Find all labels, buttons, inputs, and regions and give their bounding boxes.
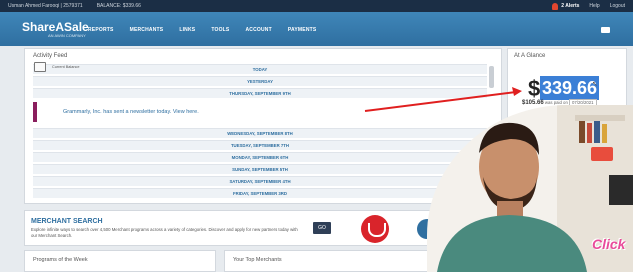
date-row[interactable]: YESTERDAY — [33, 76, 487, 86]
top-status-bar: Usman Ahmed Farooqi | 2579371 BALANCE: $… — [0, 0, 633, 12]
click-badge: Click — [592, 236, 626, 252]
go-button[interactable]: GO — [313, 222, 331, 234]
programs-of-the-week-panel: Programs of the Week — [24, 250, 216, 272]
feed-scrollbar[interactable] — [489, 66, 494, 88]
help-link[interactable]: Help — [589, 3, 599, 9]
date-row[interactable]: WEDNESDAY, SEPTEMBER 8TH — [33, 128, 487, 138]
merchant-search-description: Explore infinite ways to search over 4,5… — [31, 227, 298, 238]
logout-link[interactable]: Logout — [610, 3, 625, 9]
balance-text: BALANCE: $339.66 — [96, 3, 141, 9]
activity-feed-panel: Activity Feed TODAY YESTERDAY THURSDAY, … — [24, 48, 502, 204]
folder-icon[interactable] — [601, 27, 610, 33]
at-a-glance-title: At A Glance — [514, 53, 546, 59]
wallet-icon — [34, 62, 46, 72]
date-row[interactable]: FRIDAY, SEPTEMBER 3RD — [33, 188, 487, 198]
mouse-cursor-icon: ↖ — [592, 81, 598, 88]
nav-payments[interactable]: PAYMENTS — [288, 27, 317, 33]
newsletter-message[interactable]: Grammarly, Inc. has sent a newsletter to… — [33, 102, 487, 122]
date-row[interactable]: THURSDAY, SEPTEMBER 9TH — [33, 88, 487, 98]
merchant-logo[interactable] — [361, 215, 389, 243]
nav-tools[interactable]: TOOLS — [211, 27, 229, 33]
current-balance-label: Current Balance — [52, 65, 80, 69]
nav-merchants[interactable]: MERCHANTS — [130, 27, 164, 33]
main-navbar: ShareASale AN AWIN COMPANY REPORTS MERCH… — [0, 12, 633, 46]
date-row[interactable]: TUESDAY, SEPTEMBER 7TH — [33, 140, 487, 150]
date-row[interactable]: MONDAY, SEPTEMBER 6TH — [33, 152, 487, 162]
shareasale-logo[interactable]: ShareASale AN AWIN COMPANY — [22, 20, 89, 38]
nav-reports[interactable]: REPORTS — [88, 27, 114, 33]
account-user: Usman Ahmed Farooqi | 2579371 — [8, 3, 83, 9]
date-row[interactable]: SUNDAY, SEPTEMBER 5TH — [33, 164, 487, 174]
activity-feed-title: Activity Feed — [33, 53, 68, 59]
date-row[interactable]: TODAY — [33, 64, 487, 74]
bell-icon — [552, 2, 559, 10]
nav-account[interactable]: ACCOUNT — [245, 27, 271, 33]
currency-symbol: $ — [528, 76, 541, 101]
date-row[interactable]: SATURDAY, SEPTEMBER 4TH — [33, 176, 487, 186]
alerts-link[interactable]: 2 Alerts — [552, 2, 579, 10]
merchant-search-title: MERCHANT SEARCH — [31, 218, 103, 225]
nav-links[interactable]: LINKS — [179, 27, 195, 33]
balance-amount: 339.66 — [540, 76, 600, 100]
